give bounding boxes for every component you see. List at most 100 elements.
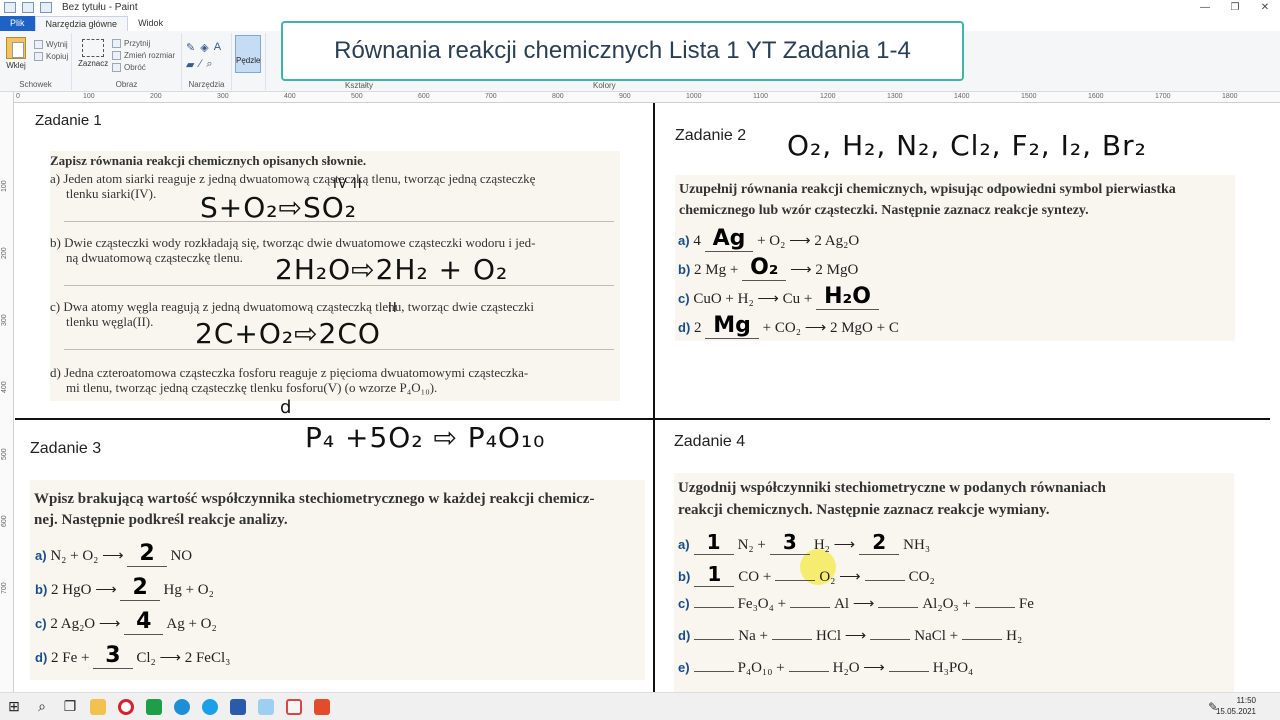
eraser-icon[interactable]: ▰ xyxy=(186,58,194,71)
equation-row: e) P₄O₁₀ + H₂O ⟶ H₃PO₄ xyxy=(678,658,973,677)
skype-icon[interactable] xyxy=(196,693,224,720)
snipping-tool-icon[interactable] xyxy=(280,693,308,720)
equation-text: Hg + O₂ xyxy=(163,582,214,598)
shapes-group-label: Kształty xyxy=(345,81,374,90)
equation-text: Fe₃O₄ + xyxy=(737,596,787,612)
equation-text: N₂ + xyxy=(737,537,766,553)
crop-label: Przytnij xyxy=(124,38,151,48)
coefficient-blank xyxy=(878,607,919,608)
file-explorer-icon[interactable] xyxy=(84,693,112,720)
coefficient-blank xyxy=(888,671,929,672)
zadanie1-a-text: a) Jeden atom siarki reaguje z jedną dwu… xyxy=(50,171,536,186)
maximize-button[interactable]: ❐ xyxy=(1220,0,1250,15)
vertical-ruler: 100 200 300 400 500 600 700 xyxy=(0,92,14,692)
brushes-label: Pędzle xyxy=(236,56,261,65)
brushes-button[interactable]: Pędzle xyxy=(235,35,261,73)
equation-row: d) 2 Mg + CO₂ ⟶ 2 MgO + C xyxy=(678,313,899,339)
magnifier-icon[interactable]: ⌕ xyxy=(206,58,212,71)
word-icon[interactable] xyxy=(224,693,252,720)
equation-label: d) xyxy=(35,650,48,665)
equation-text: H₃PO₄ xyxy=(932,660,974,676)
paint-icon[interactable] xyxy=(252,693,280,720)
start-icon[interactable]: ⊞ xyxy=(0,693,28,720)
ruler-tick: 1700 xyxy=(1155,93,1171,100)
tab-view[interactable]: Widok xyxy=(128,16,173,31)
zadanie2-instruction-2: chemicznego lub wzór cząsteczki. Następn… xyxy=(679,203,1089,218)
task-view-icon[interactable]: ❐ xyxy=(56,693,84,720)
equation-label: e) xyxy=(678,660,690,675)
equation-text: 2 Fe + xyxy=(51,650,90,666)
zadanie2-elements: O₂, H₂, N₂, Cl₂, F₂, I₂, Br₂ xyxy=(787,129,1147,162)
handwritten-answer: 4 xyxy=(124,609,164,635)
coefficient-blank xyxy=(790,607,831,608)
equation-text: ⟶ 2 MgO xyxy=(790,262,859,278)
crop-icon xyxy=(112,38,121,48)
fill-icon[interactable]: ◈ xyxy=(200,41,208,54)
edge-icon[interactable] xyxy=(168,693,196,720)
copy-button[interactable]: Kopiuj xyxy=(34,50,68,62)
equation-label: b) xyxy=(678,569,691,584)
equation-text: + CO₂ ⟶ 2 MgO + C xyxy=(762,320,899,336)
equation-text: Al ⟶ xyxy=(834,596,875,612)
zadanie1-b-text-2: ną dwuatomową cząsteczkę tlenu. xyxy=(66,250,243,265)
ruler-tick: 900 xyxy=(619,93,631,100)
equation-row: d) Na + HCl ⟶ NaCl + H₂ xyxy=(678,626,1022,645)
camtasia-icon[interactable] xyxy=(140,693,168,720)
ruler-tick: 1400 xyxy=(954,93,970,100)
zadanie1-c-text-2: tlenku węgla(II). xyxy=(66,314,154,329)
handwritten-answer: Ag xyxy=(704,226,754,252)
tab-file[interactable]: Plik xyxy=(0,16,35,31)
text-icon[interactable]: A xyxy=(214,41,221,54)
equation-row: c) 2 Ag₂O ⟶ 4 Ag + O₂ xyxy=(35,609,217,635)
handwritten-answer: H₂O xyxy=(816,284,879,310)
recorder-icon[interactable] xyxy=(308,693,336,720)
coefficient-blank xyxy=(693,671,734,672)
image-group: Zaznacz Przytnij Zmień rozmiar Obróć Obr… xyxy=(72,33,182,90)
equation-text: NO xyxy=(170,548,193,564)
redo-icon[interactable] xyxy=(40,2,52,13)
ruler-tick: 1800 xyxy=(1222,93,1238,100)
crop-button[interactable]: Przytnij xyxy=(112,37,175,49)
vruler-tick: 200 xyxy=(1,247,8,259)
drawing-canvas[interactable]: Zadanie 1 Zapisz równania reakcji chemic… xyxy=(15,103,1280,693)
pencil-icon[interactable]: ✎ xyxy=(186,41,195,54)
undo-icon[interactable] xyxy=(22,2,34,13)
color-picker-icon[interactable]: ⁄ xyxy=(199,58,201,71)
equation-label: c) xyxy=(678,291,690,306)
zadanie1-c-valence: II xyxy=(388,301,398,316)
close-button[interactable]: ✕ xyxy=(1250,0,1280,15)
handwritten-answer: 3 xyxy=(93,643,133,669)
ruler-tick: 800 xyxy=(552,93,564,100)
resize-button[interactable]: Zmień rozmiar xyxy=(112,49,175,61)
equation-text: 2 HgO ⟶ xyxy=(51,582,117,598)
tools-group-label: Narzędzia xyxy=(188,80,225,89)
resize-label: Zmień rozmiar xyxy=(124,50,176,60)
coefficient-blank xyxy=(870,639,911,640)
equation-row: b) 2 Mg + O₂ ⟶ 2 MgO xyxy=(678,255,859,281)
select-button[interactable]: Zaznacz xyxy=(78,39,108,68)
tab-home[interactable]: Narzędzia główne xyxy=(34,16,129,31)
coefficient-blank xyxy=(694,639,735,640)
zadanie1-c-text: c) Dwa atomy węgla reagują z jedną dwuat… xyxy=(50,299,535,314)
search-icon[interactable]: ⌕ xyxy=(28,693,56,720)
cut-button[interactable]: Wytnij xyxy=(34,38,68,50)
clock[interactable]: 11:50 15.05.2021 xyxy=(1216,695,1256,717)
coefficient-blank xyxy=(788,671,829,672)
ruler-tick: 500 xyxy=(351,93,363,100)
ruler-tick: 1300 xyxy=(887,93,903,100)
rotate-icon xyxy=(112,62,121,72)
paste-button[interactable]: Wklej xyxy=(4,37,28,70)
equation-label: a) xyxy=(678,537,690,552)
opera-icon[interactable] xyxy=(112,693,140,720)
coefficient-blank: 1 xyxy=(694,562,735,587)
equation-text: Ag + O₂ xyxy=(166,616,217,632)
divider-horizontal xyxy=(15,418,1270,420)
rotate-button[interactable]: Obróć xyxy=(112,61,175,73)
save-icon[interactable] xyxy=(4,2,16,13)
taskbar: ⊞ ⌕ ❐ ✎ 11:50 15.05.2021 xyxy=(0,692,1280,720)
copy-icon xyxy=(34,51,43,61)
equation-label: d) xyxy=(678,320,691,335)
minimize-button[interactable]: — xyxy=(1190,0,1220,15)
zadanie1-title: Zadanie 1 xyxy=(35,112,102,129)
zadanie4-instruction-1: Uzgodnij współczynniki stechiometryczne … xyxy=(678,480,1106,496)
